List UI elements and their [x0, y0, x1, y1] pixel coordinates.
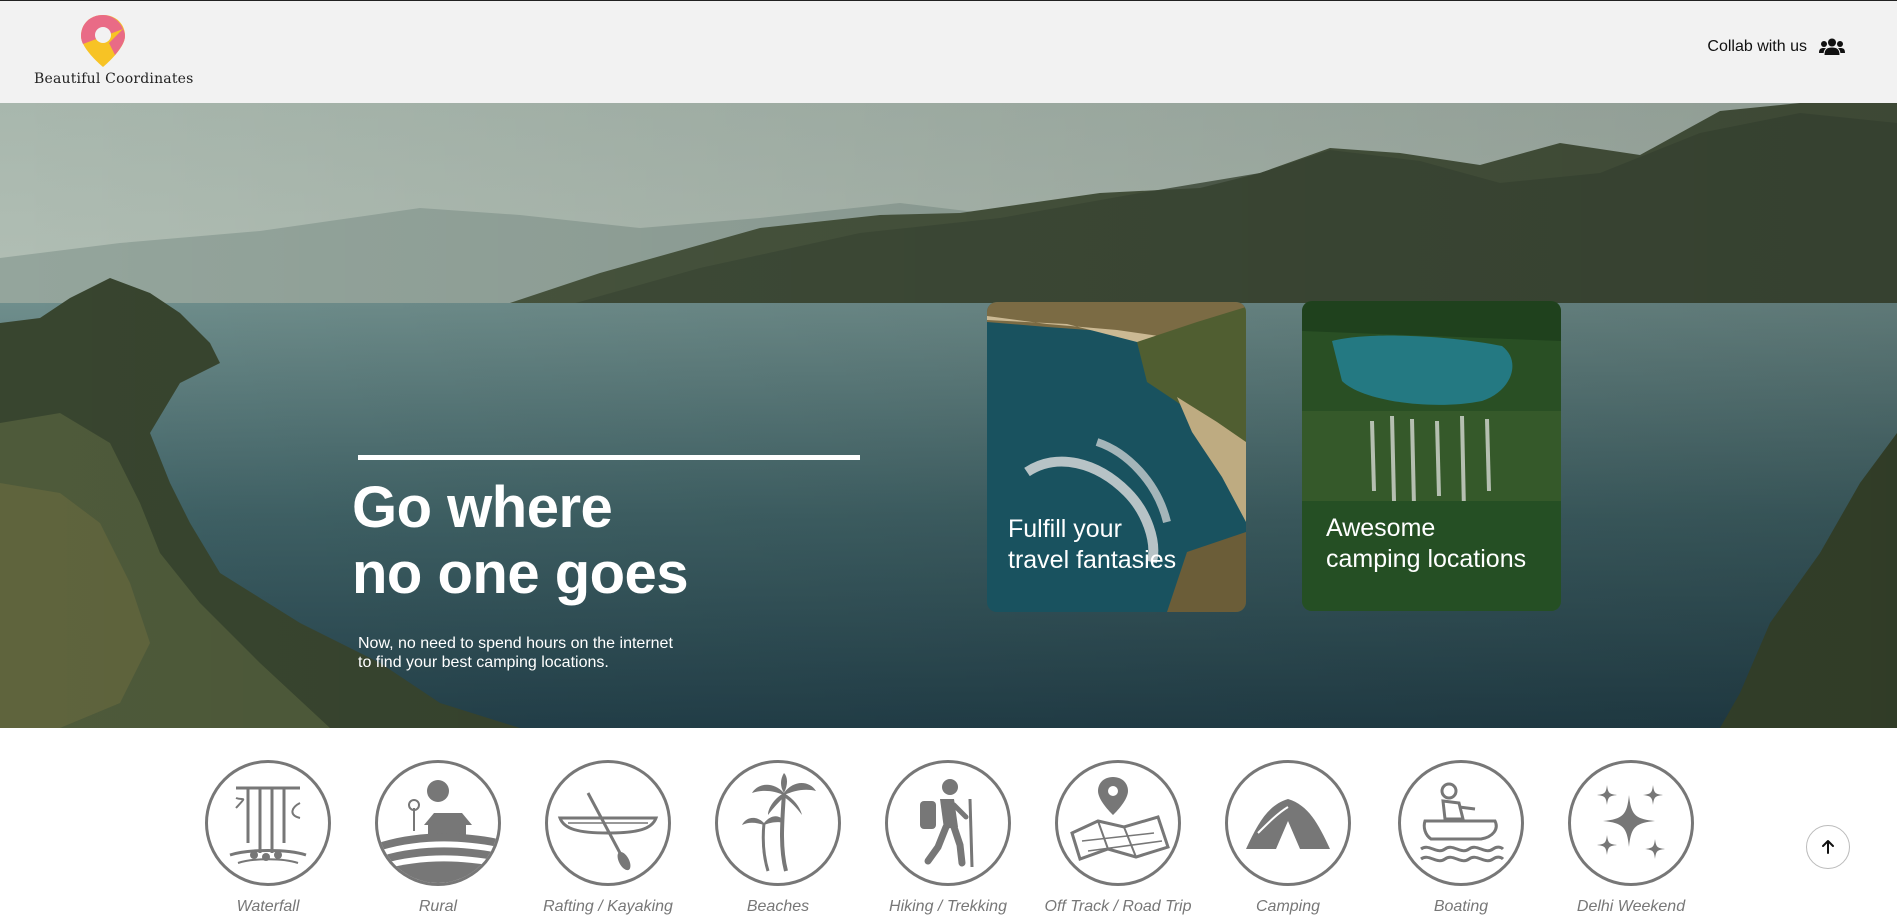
category-boating[interactable]: Boating	[1366, 760, 1556, 920]
card-travel-line2: travel fantasies	[1008, 546, 1177, 574]
category-rural[interactable]: Rural	[343, 760, 533, 920]
hiker-icon	[920, 779, 974, 868]
category-bar: Waterfall Rural Rafting / Kayaking Beach…	[0, 728, 1897, 917]
rural-circle	[375, 760, 501, 886]
collab-button[interactable]: Collab with us	[1707, 38, 1845, 56]
card-camping-locations[interactable]: Awesome camping locations	[1302, 301, 1561, 611]
card-travel-fantasies[interactable]: Fulfill your travel fantasies	[987, 302, 1246, 612]
delhi-weekend-circle	[1568, 760, 1694, 886]
arrow-up-icon	[1822, 840, 1834, 854]
location-pin-logo-icon	[81, 15, 125, 67]
category-off-track-road-trip[interactable]: Off Track / Road Trip	[1023, 760, 1213, 920]
beaches-circle	[715, 760, 841, 886]
hero-subtitle-line2: to find your best camping locations.	[358, 654, 609, 671]
category-camping[interactable]: Camping	[1193, 760, 1383, 920]
card-camping-line2: camping locations	[1326, 545, 1527, 573]
category-label: Rural	[418, 898, 458, 915]
category-label: Camping	[1255, 898, 1321, 915]
users-icon	[1819, 38, 1845, 55]
card-travel-label: Fulfill your travel fantasies	[1008, 514, 1176, 576]
category-waterfall[interactable]: Waterfall	[173, 760, 363, 920]
card-camping-line1: Awesome	[1326, 514, 1436, 542]
collab-label: Collab with us	[1707, 38, 1807, 55]
hero-title-line2: no one goes	[352, 541, 689, 606]
site-header: Beautiful Coordinates Collab with us	[0, 1, 1897, 103]
lake-mountains-background	[0, 103, 1897, 728]
hero-subtitle-line1: Now, no need to spend hours on the inter…	[358, 635, 673, 652]
category-label: Boating	[1433, 898, 1489, 915]
category-label: Delhi Weekend	[1576, 898, 1686, 915]
category-label: Rafting / Kayaking	[543, 898, 673, 915]
hero-subtitle: Now, no need to spend hours on the inter…	[358, 634, 673, 672]
waterfall-circle	[205, 760, 331, 886]
camping-circle	[1225, 760, 1351, 886]
category-label: Waterfall	[236, 898, 300, 915]
card-camping-label: Awesome camping locations	[1326, 513, 1526, 575]
category-rafting-kayaking[interactable]: Rafting / Kayaking	[513, 760, 703, 920]
scroll-to-top-button[interactable]	[1806, 825, 1850, 869]
card-travel-line1: Fulfill your	[1008, 515, 1122, 543]
category-label: Beaches	[746, 898, 810, 915]
palm-tree-icon	[742, 773, 816, 872]
hero-divider	[358, 455, 860, 460]
rafting-circle	[545, 760, 671, 886]
boating-circle	[1398, 760, 1524, 886]
rural-farm-icon	[378, 780, 498, 883]
brand-logo[interactable]: Beautiful Coordinates	[28, 13, 193, 93]
category-label: Off Track / Road Trip	[1044, 898, 1192, 915]
category-hiking-trekking[interactable]: Hiking / Trekking	[853, 760, 1043, 920]
waterfall-icon	[229, 786, 307, 864]
brand-name: Beautiful Coordinates	[34, 71, 194, 87]
category-beaches[interactable]: Beaches	[683, 760, 873, 920]
map-pin-icon	[1070, 777, 1170, 861]
hiking-circle	[885, 760, 1011, 886]
jet-ski-icon	[1420, 782, 1505, 863]
sparkles-icon	[1597, 785, 1665, 859]
off-track-circle	[1055, 760, 1181, 886]
category-delhi-weekend[interactable]: Delhi Weekend	[1536, 760, 1726, 920]
kayak-icon	[557, 792, 659, 871]
category-label: Hiking / Trekking	[889, 898, 1007, 915]
hero-title: Go where no one goes	[352, 475, 689, 607]
hero-section: Go where no one goes Now, no need to spe…	[0, 103, 1897, 728]
tent-icon	[1246, 799, 1330, 849]
hero-title-line1: Go where	[352, 475, 613, 540]
